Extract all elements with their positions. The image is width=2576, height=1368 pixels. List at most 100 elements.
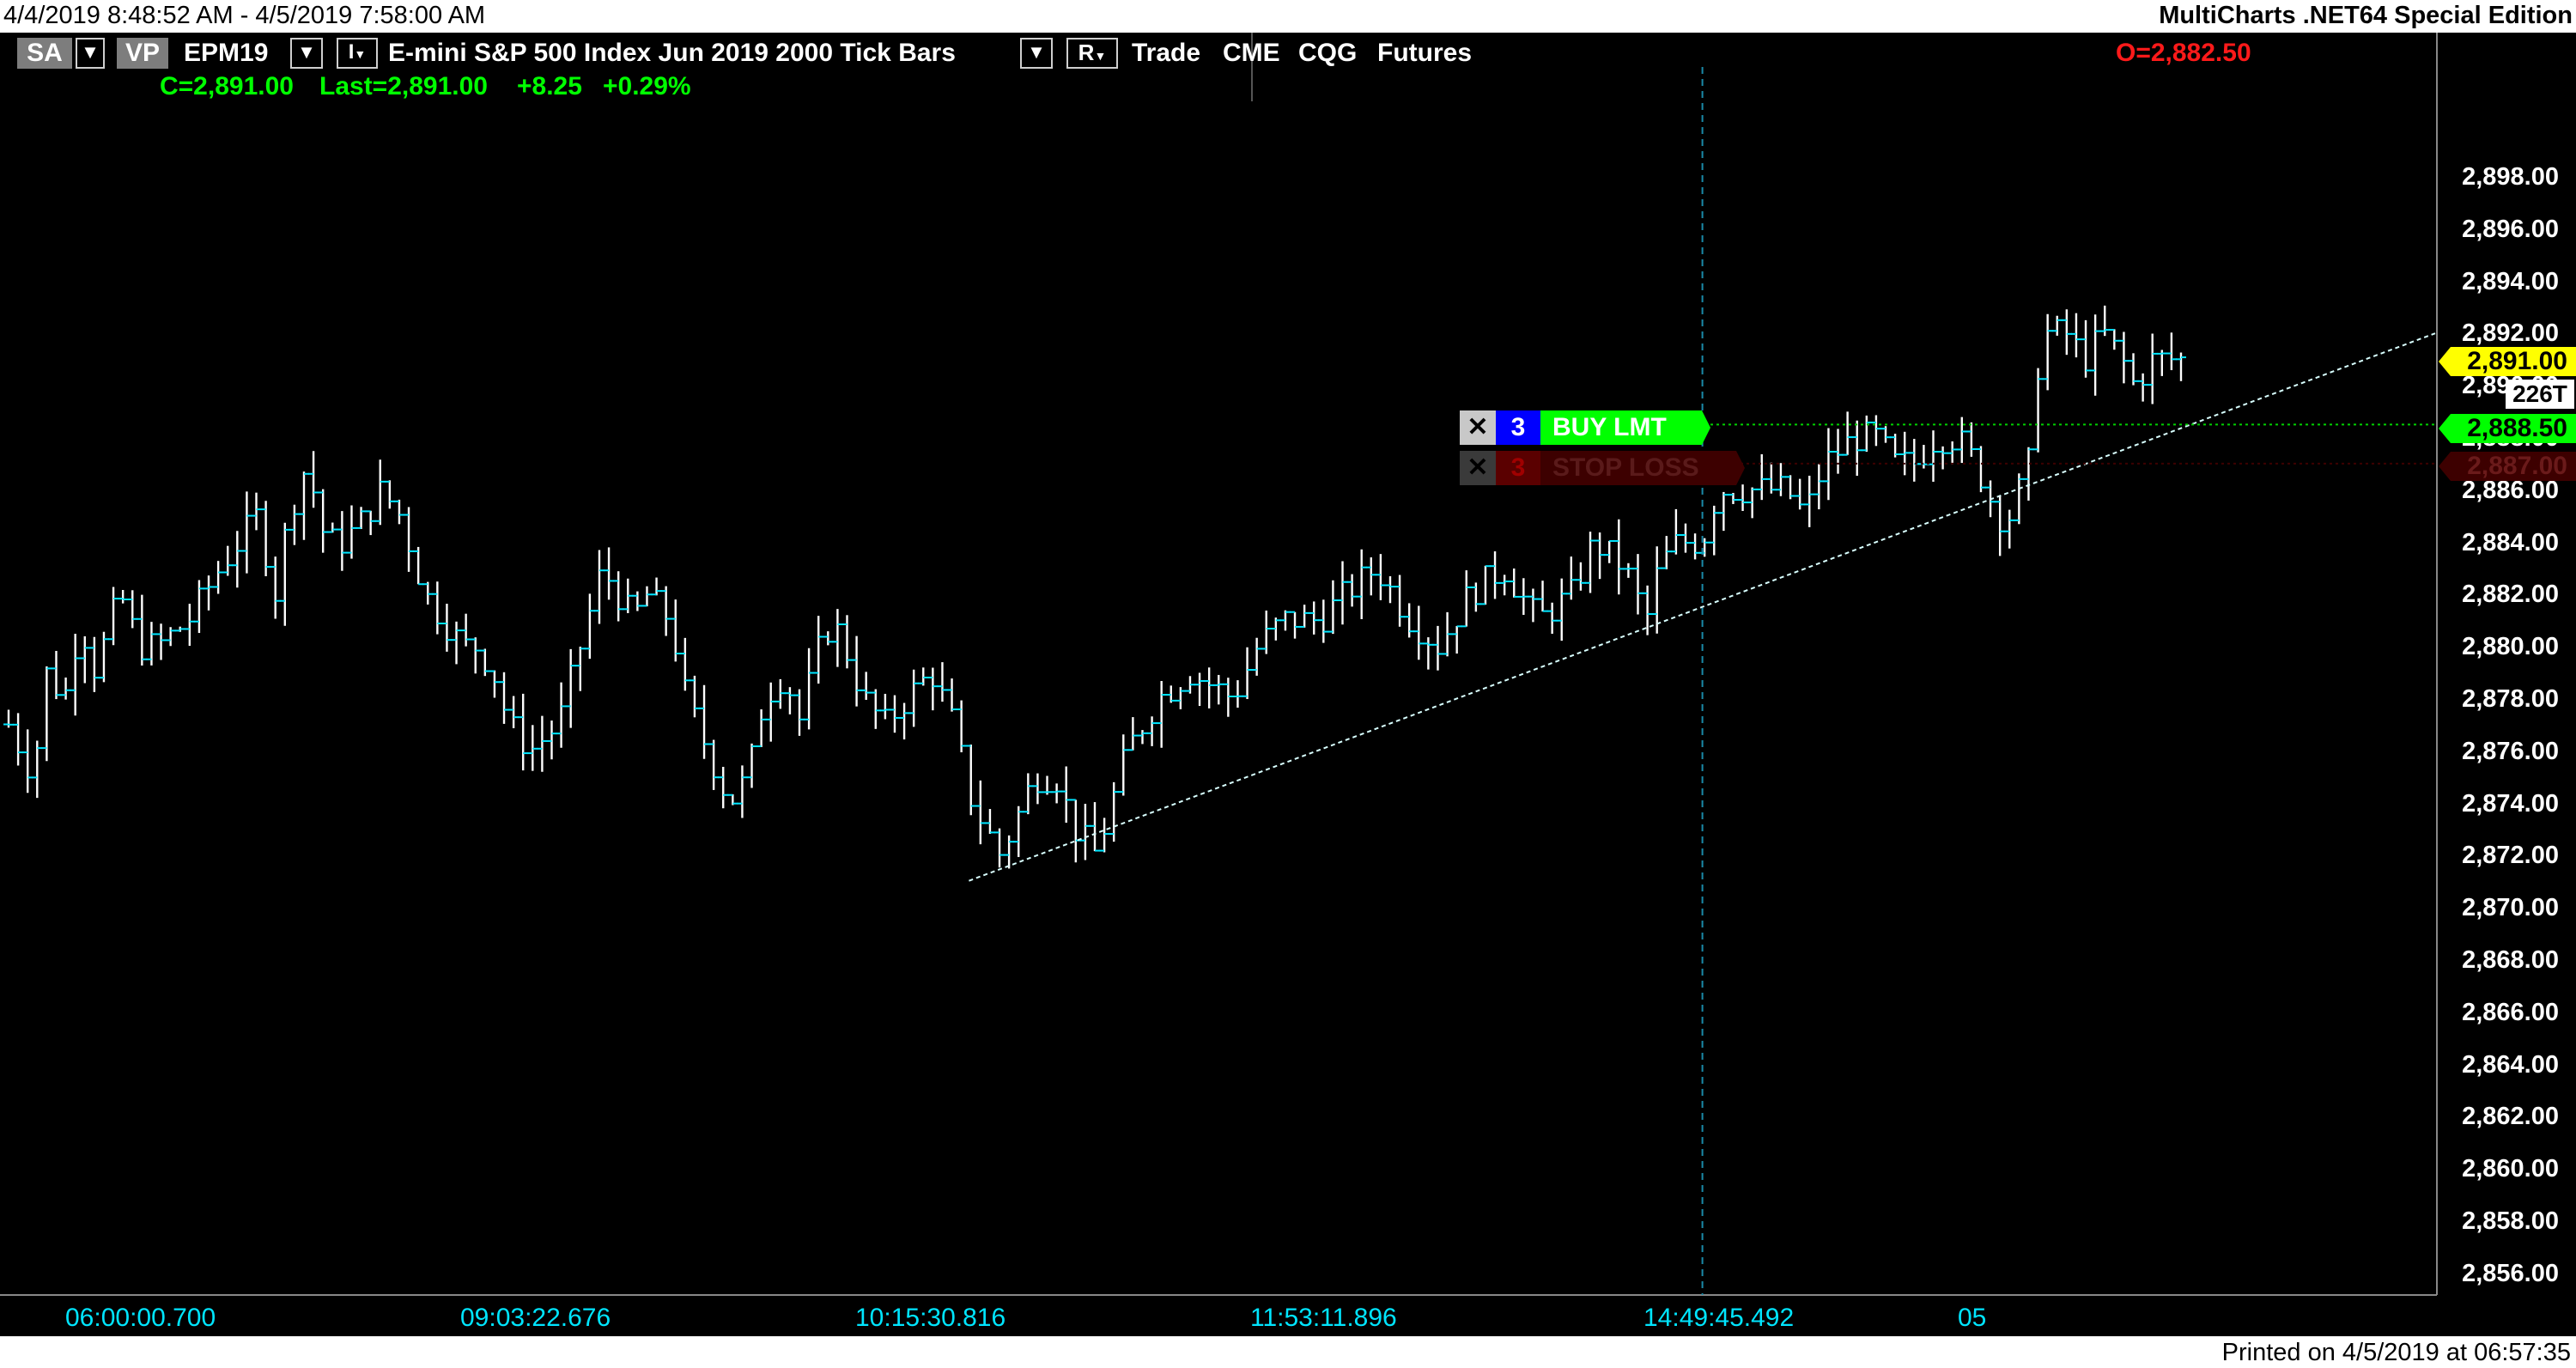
price-bar <box>1528 588 1539 623</box>
price-bar <box>1356 549 1367 620</box>
time-label: 11:53:11.896 <box>1250 1304 1397 1332</box>
price-bar <box>184 604 195 647</box>
interval-dropdown-button[interactable]: I▼ <box>337 38 378 69</box>
price-bar <box>1880 426 1892 443</box>
last-price-text: Last=2,891.00 <box>319 72 488 100</box>
price-bar <box>1423 637 1434 670</box>
price-bar <box>556 682 567 748</box>
order-label[interactable]: STOP LOSS <box>1540 451 1724 485</box>
price-bar <box>1194 672 1206 707</box>
price-bar <box>479 648 490 677</box>
price-bar <box>584 593 595 660</box>
chart-lines <box>969 67 2436 1295</box>
price-bar <box>832 609 843 667</box>
price-bar <box>1223 678 1234 717</box>
trade-label[interactable]: Trade <box>1132 39 1200 68</box>
instrument-description: E-mini S&P 500 Index Jun 2019 2000 Tick … <box>388 39 956 67</box>
price-bar <box>975 780 986 845</box>
price-bar <box>318 489 329 553</box>
price-bar <box>1947 441 1958 465</box>
price-bar <box>813 616 824 684</box>
price-bar <box>794 689 805 736</box>
price-bar <box>60 677 71 700</box>
price-bar <box>2051 315 2063 336</box>
price-bar <box>270 556 281 619</box>
price-bar <box>765 682 776 742</box>
price-bar <box>1775 463 1786 496</box>
price-bar <box>899 702 910 740</box>
price-bar <box>1137 730 1148 745</box>
open-price-text: O=2,882.50 <box>2116 39 2251 67</box>
sa-button[interactable]: SA <box>17 38 72 69</box>
close-icon[interactable]: ✕ <box>1460 410 1496 445</box>
price-bar <box>651 577 662 596</box>
price-bar <box>1042 775 1053 795</box>
price-bar <box>441 604 453 652</box>
price-bar <box>1623 562 1634 578</box>
price-bar <box>1175 687 1186 709</box>
chevron-down-icon: ▼ <box>1094 49 1107 63</box>
symbol-label[interactable]: EPM19 <box>184 39 268 68</box>
price-bar <box>1451 625 1462 654</box>
order-arrow <box>1724 451 1745 485</box>
price-bar <box>260 501 271 576</box>
price-bar <box>1585 532 1596 593</box>
price-bar <box>518 693 529 771</box>
price-bar <box>1490 551 1501 599</box>
price-bar <box>2147 333 2158 404</box>
sa-dropdown-button[interactable]: ▼ <box>76 38 105 69</box>
order-quantity[interactable]: 3 <box>1496 451 1540 485</box>
symbol-dropdown-button[interactable]: ▼ <box>290 38 323 69</box>
price-bar <box>346 505 357 559</box>
price-bar <box>1899 431 1911 476</box>
price-bar <box>298 471 309 540</box>
price-bar <box>404 507 415 572</box>
price-bar <box>51 650 62 700</box>
price-bar <box>2032 368 2044 453</box>
order-label[interactable]: BUY LMT <box>1540 410 1690 445</box>
price-bar <box>546 720 557 760</box>
close-price-text: C=2,891.00 <box>160 72 294 100</box>
price-bar <box>174 626 185 632</box>
price-bar <box>727 793 738 806</box>
price-bar <box>1518 578 1529 615</box>
time-label: 09:03:22.676 <box>460 1304 611 1332</box>
price-bar <box>1756 453 1767 501</box>
price-bar <box>365 510 376 536</box>
r-dropdown-button[interactable]: R▼ <box>1066 38 1118 69</box>
price-bar <box>1318 599 1329 643</box>
close-icon[interactable]: ✕ <box>1460 451 1496 485</box>
price-bar <box>1709 505 1720 556</box>
price-bar <box>784 687 795 714</box>
last-price-tag: 2,891.00 <box>2467 347 2567 375</box>
vp-button[interactable]: VP <box>117 38 168 69</box>
price-bar <box>2042 313 2053 391</box>
price-bar <box>841 615 853 669</box>
price-bar <box>1070 799 1081 863</box>
price-bar <box>2070 313 2081 358</box>
description-dropdown-button[interactable]: ▼ <box>1020 38 1053 69</box>
price-bar <box>660 586 671 636</box>
title-bar: 4/4/2019 8:48:52 AM - 4/5/2019 7:58:00 A… <box>0 0 2576 33</box>
price-bar <box>1832 429 1844 474</box>
order-arrow <box>1690 410 1710 445</box>
price-bar <box>2137 373 2148 402</box>
price-bar <box>565 648 576 728</box>
order-quantity[interactable]: 3 <box>1496 410 1540 445</box>
price-bar <box>1290 611 1301 639</box>
buy-limit-order[interactable]: ✕ 3 BUY LMT <box>1460 410 1710 445</box>
footer: Printed on 4/5/2019 at 06:57:35 <box>0 1336 2576 1368</box>
price-chart[interactable] <box>0 33 2576 1336</box>
price-bar <box>604 547 615 600</box>
price-bar <box>289 504 300 545</box>
price-bar <box>32 740 43 799</box>
price-tags <box>2439 347 2576 481</box>
price-bar <box>956 700 967 753</box>
price-bar <box>146 622 157 666</box>
stop-loss-order[interactable]: ✕ 3 STOP LOSS <box>1460 451 1745 485</box>
price-bar <box>927 667 939 711</box>
price-bar <box>2156 350 2167 376</box>
price-bar <box>1090 802 1100 852</box>
price-bar <box>775 678 786 709</box>
price-bar <box>613 571 624 622</box>
